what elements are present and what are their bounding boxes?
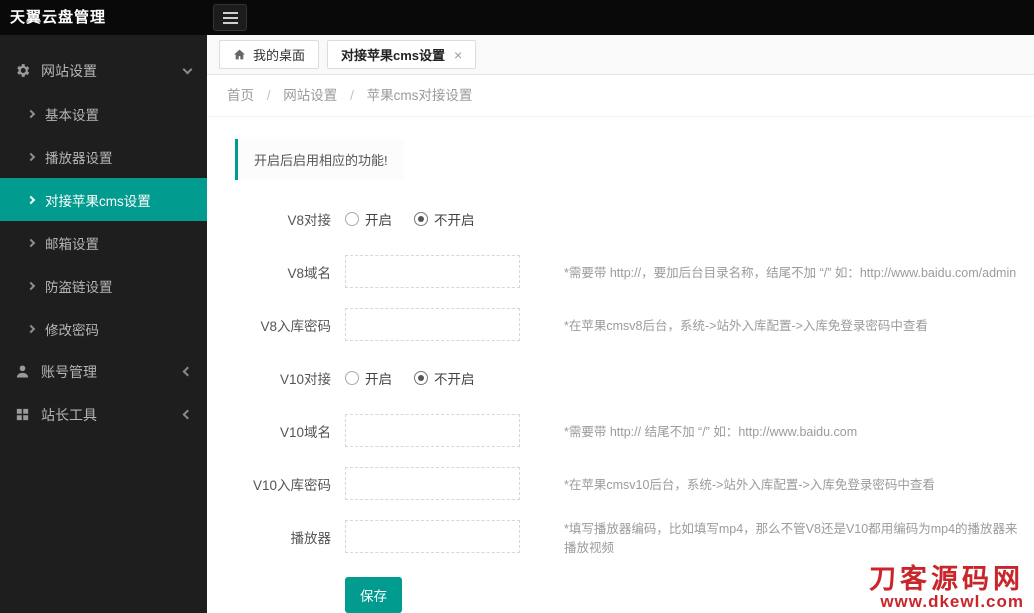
chevron-right-icon xyxy=(26,324,36,333)
save-button[interactable]: 保存 xyxy=(345,577,402,613)
form-row-v10-connect: V10对接 开启 不开启 xyxy=(235,351,1034,404)
main-area: 我的桌面 对接苹果cms设置 × 首页 / 网站设置 / 苹果cms对接设置 开… xyxy=(207,35,1034,613)
home-icon xyxy=(233,48,246,61)
radio-label: 不开启 xyxy=(434,212,475,228)
v8-connect-on-radio[interactable]: 开启 xyxy=(345,209,392,229)
sidebar-item-label: 修改密码 xyxy=(45,322,99,338)
field-hint: *填写播放器编码，比如填写mp4，那么不管V8还是V10都用编码为mp4的播放器… xyxy=(564,521,1018,555)
tab-label: 对接苹果cms设置 xyxy=(341,48,446,63)
form-row-v10-domain: V10域名 *需要带 http:// 结尾不加 “/” 如：http://www… xyxy=(235,404,1034,457)
grid-icon xyxy=(14,406,31,423)
sidebar-item-hotlink-settings[interactable]: 防盗链设置 xyxy=(0,264,207,307)
field-hint: *需要带 http://，要加后台目录名称，结尾不加 “/” 如：http://… xyxy=(564,266,1017,280)
gear-icon xyxy=(14,62,31,79)
tab-my-desktop[interactable]: 我的桌面 xyxy=(219,40,320,69)
notice-banner: 开启后启用相应的功能! xyxy=(235,139,404,180)
breadcrumb-current: 苹果cms对接设置 xyxy=(366,88,473,103)
field-label: V8域名 xyxy=(287,265,331,281)
radio-checked-icon[interactable] xyxy=(414,370,428,385)
radio-label: 开启 xyxy=(365,371,392,387)
tab-label: 我的桌面 xyxy=(253,48,306,63)
breadcrumb-separator: / xyxy=(266,88,271,103)
form-row-v8-domain: V8域名 *需要带 http://，要加后台目录名称，结尾不加 “/” 如：ht… xyxy=(235,245,1034,298)
v8-password-input[interactable] xyxy=(345,308,520,341)
app-title: 天翼云盘管理 xyxy=(10,9,107,26)
v10-domain-input[interactable] xyxy=(345,414,520,447)
chevron-right-icon xyxy=(26,195,36,204)
form-row-v8-password: V8入库密码 *在苹果cmsv8后台，系统->站外入库配置->入库免登录密码中查… xyxy=(235,298,1034,351)
tab-bar: 我的桌面 对接苹果cms设置 × xyxy=(207,35,1034,75)
sidebar-item-label: 防盗链设置 xyxy=(45,279,113,295)
form-row-v10-password: V10入库密码 *在苹果cmsv10后台，系统->站外入库配置->入库免登录密码… xyxy=(235,457,1034,510)
form-row-v8-connect: V8对接 开启 不开启 xyxy=(235,192,1034,245)
sidebar-item-player-settings[interactable]: 播放器设置 xyxy=(0,135,207,178)
top-bar: 天翼云盘管理 xyxy=(0,0,1034,35)
sidebar-item-label: 对接苹果cms设置 xyxy=(45,193,151,209)
radio-label: 不开启 xyxy=(434,371,475,387)
sidebar-item-account-management[interactable]: 账号管理 xyxy=(0,350,207,393)
radio-label: 开启 xyxy=(365,212,392,228)
breadcrumb-website-settings[interactable]: 网站设置 xyxy=(283,88,337,103)
sidebar-item-label: 播放器设置 xyxy=(45,150,113,166)
breadcrumb-separator: / xyxy=(350,88,354,103)
chevron-left-icon xyxy=(182,409,193,420)
form-row-player: 播放器 *填写播放器编码，比如填写mp4，那么不管V8还是V10都用编码为mp4… xyxy=(235,510,1034,563)
field-label: V10入库密码 xyxy=(252,477,331,493)
field-label: V8入库密码 xyxy=(260,318,331,334)
field-label: V8对接 xyxy=(287,212,331,228)
sidebar-item-label: 网站设置 xyxy=(41,62,97,79)
sidebar-item-label: 邮箱设置 xyxy=(45,236,99,252)
user-icon xyxy=(14,363,31,380)
sidebar-item-label: 基本设置 xyxy=(45,107,99,123)
v10-password-input[interactable] xyxy=(345,467,520,500)
sidebar: 网站设置 基本设置 播放器设置 对接苹果cms设置 邮箱设置 防盗链设置 修改密… xyxy=(0,35,207,613)
sidebar-item-webmaster-tools[interactable]: 站长工具 xyxy=(0,393,207,436)
player-code-input[interactable] xyxy=(345,520,520,553)
v8-connect-off-radio[interactable]: 不开启 xyxy=(414,209,475,229)
chevron-right-icon xyxy=(26,238,36,247)
apple-cms-settings-form: V8对接 开启 不开启 V8域名 *需要带 http://，要加后台目录名称，结… xyxy=(235,192,1034,613)
settings-form-panel: 开启后启用相应的功能! V8对接 开启 不开启 V8域名 *需要带 http:/… xyxy=(207,117,1034,613)
breadcrumb-home[interactable]: 首页 xyxy=(227,88,254,103)
tab-close-icon[interactable]: × xyxy=(454,47,462,63)
chevron-right-icon xyxy=(26,281,36,290)
sidebar-item-label: 账号管理 xyxy=(41,363,97,380)
sidebar-item-website-settings[interactable]: 网站设置 xyxy=(0,49,207,92)
sidebar-item-label: 站长工具 xyxy=(41,406,97,423)
sidebar-item-basic-settings[interactable]: 基本设置 xyxy=(0,92,207,135)
field-hint: *需要带 http:// 结尾不加 “/” 如：http://www.baidu… xyxy=(564,425,858,439)
app-window: 天翼云盘管理 网站设置 基本设置 播放器设置 对接苹果cms设置 邮箱设置 防盗… xyxy=(0,0,1034,613)
hamburger-menu-icon[interactable] xyxy=(213,4,247,31)
sidebar-item-email-settings[interactable]: 邮箱设置 xyxy=(0,221,207,264)
field-label: V10域名 xyxy=(279,424,331,440)
sidebar-item-apple-cms-settings[interactable]: 对接苹果cms设置 xyxy=(0,178,207,221)
field-hint: *在苹果cmsv10后台，系统->站外入库配置->入库免登录密码中查看 xyxy=(564,478,935,492)
sidebar-item-change-password[interactable]: 修改密码 xyxy=(0,307,207,350)
field-label: V10对接 xyxy=(279,371,331,387)
chevron-left-icon xyxy=(182,366,193,377)
chevron-down-icon xyxy=(182,64,193,74)
tab-apple-cms-settings[interactable]: 对接苹果cms设置 × xyxy=(327,40,477,69)
radio-icon[interactable] xyxy=(345,370,359,385)
field-label: 播放器 xyxy=(290,530,332,546)
radio-icon[interactable] xyxy=(345,211,359,226)
breadcrumb: 首页 / 网站设置 / 苹果cms对接设置 xyxy=(207,75,1034,117)
radio-checked-icon[interactable] xyxy=(414,211,428,226)
v10-connect-on-radio[interactable]: 开启 xyxy=(345,368,392,388)
chevron-right-icon xyxy=(26,152,36,161)
v8-domain-input[interactable] xyxy=(345,255,520,288)
chevron-right-icon xyxy=(26,109,36,118)
field-hint: *在苹果cmsv8后台，系统->站外入库配置->入库免登录密码中查看 xyxy=(564,319,928,333)
v10-connect-off-radio[interactable]: 不开启 xyxy=(414,368,475,388)
